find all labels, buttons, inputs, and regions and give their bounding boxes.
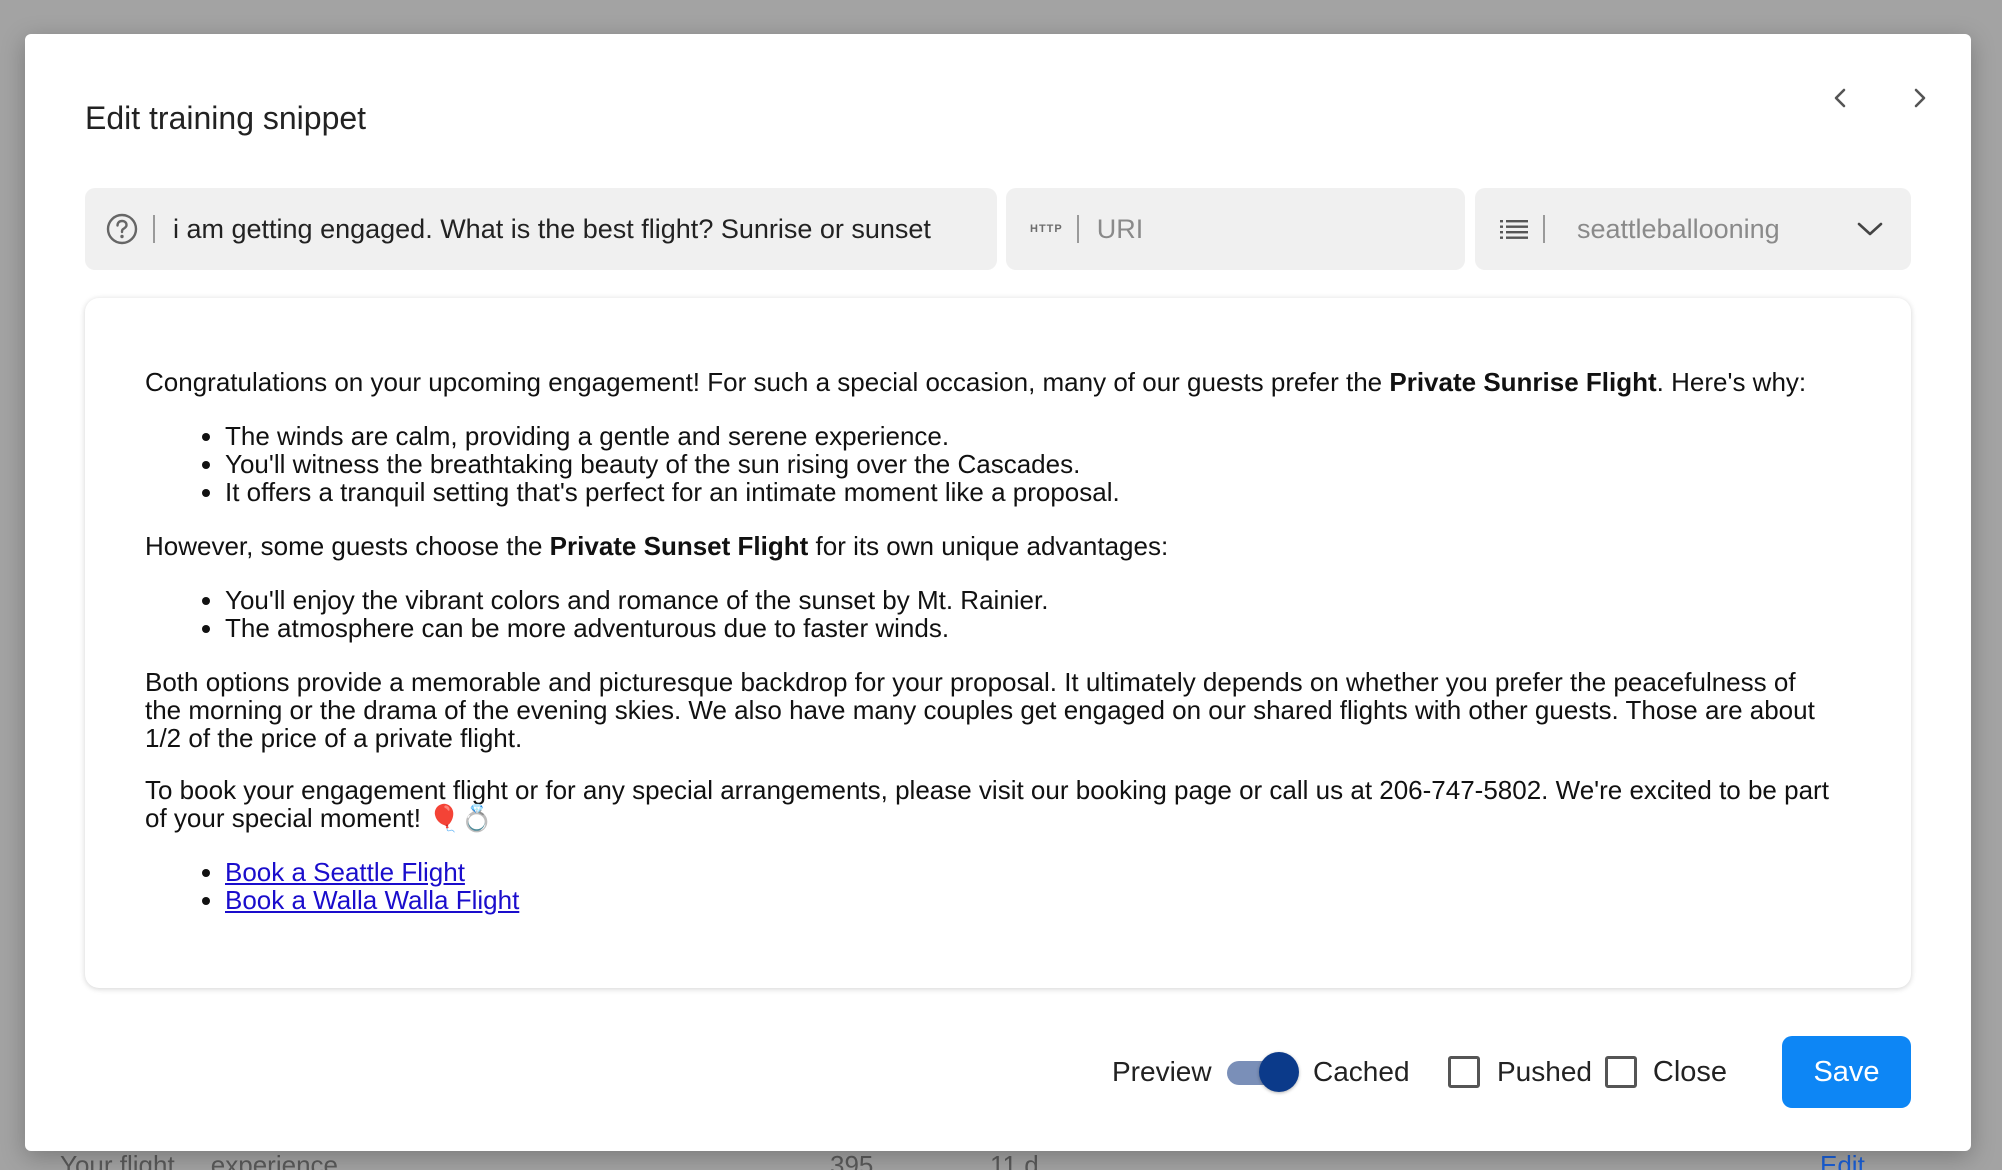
chevron-right-icon <box>1914 88 1926 108</box>
list-icon <box>1499 217 1529 241</box>
cached-checkbox[interactable] <box>1448 1056 1480 1088</box>
preview-label: Preview <box>1112 1056 1212 1087</box>
question-field[interactable] <box>85 188 997 270</box>
sunset-text: However, some guests choose the <box>145 531 550 561</box>
list-item: It offers a tranquil setting that's perf… <box>225 478 1835 506</box>
sunrise-flight-emphasis: Private Sunrise Flight <box>1389 367 1657 397</box>
list-item: The atmosphere can be more adventurous d… <box>225 614 1835 642</box>
background-row-time: 11 d <box>990 1150 1039 1170</box>
chevron-left-icon <box>1834 88 1846 108</box>
dialog-title: Edit training snippet <box>85 100 367 136</box>
snippet-content: Congratulations on your upcoming engagem… <box>145 368 1835 914</box>
help-circle-icon <box>105 212 139 246</box>
background-row-edit-link[interactable]: Edit <box>1820 1150 1865 1170</box>
chevron-down-icon[interactable] <box>1857 221 1883 237</box>
preview-toggle-knob <box>1259 1052 1299 1092</box>
uri-input[interactable] <box>1096 213 1465 245</box>
closing-paragraph: To book your engagement flight or for an… <box>145 775 1829 833</box>
list-item: You'll witness the breathtaking beauty o… <box>225 450 1835 478</box>
booking-links-list: Book a Seattle Flight Book a Walla Walla… <box>145 858 1835 914</box>
cached-label: Cached <box>1313 1056 1410 1087</box>
next-snippet-button[interactable] <box>1891 70 1947 126</box>
list-item: The winds are calm, providing a gentle a… <box>225 422 1835 450</box>
preview-toggle[interactable] <box>1225 1052 1299 1092</box>
source-select-value: seattleballooning <box>1577 213 1780 244</box>
previous-snippet-button[interactable] <box>1813 70 1869 126</box>
http-icon-text: HTTP <box>1030 223 1063 235</box>
snippet-preview: Congratulations on your upcoming engagem… <box>85 298 1911 988</box>
list-item: You'll enjoy the vibrant colors and roma… <box>225 586 1835 614</box>
field-divider <box>1076 215 1079 243</box>
save-button[interactable]: Save <box>1782 1036 1911 1108</box>
pushed-label: Pushed <box>1497 1056 1592 1087</box>
intro-paragraph: Congratulations on your upcoming engagem… <box>145 368 1835 396</box>
edit-snippet-dialog: Edit training snippet HTTP <box>25 34 1971 1151</box>
sunset-text-end: for its own unique advantages: <box>808 531 1169 561</box>
summary-paragraph: Both options provide a memorable and pic… <box>145 667 1815 753</box>
pushed-checkbox[interactable] <box>1605 1056 1637 1088</box>
list-item: Book a Seattle Flight <box>225 858 1835 886</box>
close-button[interactable]: Close <box>1635 1036 1745 1108</box>
intro-text: Congratulations on your upcoming engagem… <box>145 367 1390 397</box>
source-select[interactable]: seattleballooning <box>1475 188 1911 270</box>
background-row-text: Your flight ... experience <box>60 1150 338 1170</box>
sunset-paragraph: However, some guests choose the Private … <box>145 532 1835 560</box>
background-row-count: 395 <box>830 1150 874 1170</box>
intro-text-end: . Here's why: <box>1656 367 1807 397</box>
list-item: Book a Walla Walla Flight <box>225 886 1835 914</box>
dialog-footer: Preview Cached Pushed Close Save <box>25 1036 1911 1108</box>
http-icon: HTTP <box>1030 223 1063 235</box>
background-table-row: Your flight ... experience 395 11 d Edit <box>60 1150 1960 1170</box>
uri-field[interactable]: HTTP <box>1006 188 1465 270</box>
sunrise-benefits-list: The winds are calm, providing a gentle a… <box>145 422 1835 506</box>
sunset-flight-emphasis: Private Sunset Flight <box>549 531 809 561</box>
field-divider <box>1543 215 1545 243</box>
book-walla-walla-flight-link[interactable]: Book a Walla Walla Flight <box>225 885 519 915</box>
question-input[interactable] <box>173 213 997 245</box>
field-divider <box>153 215 155 243</box>
sunset-benefits-list: You'll enjoy the vibrant colors and roma… <box>145 586 1835 642</box>
book-seattle-flight-link[interactable]: Book a Seattle Flight <box>225 857 465 887</box>
